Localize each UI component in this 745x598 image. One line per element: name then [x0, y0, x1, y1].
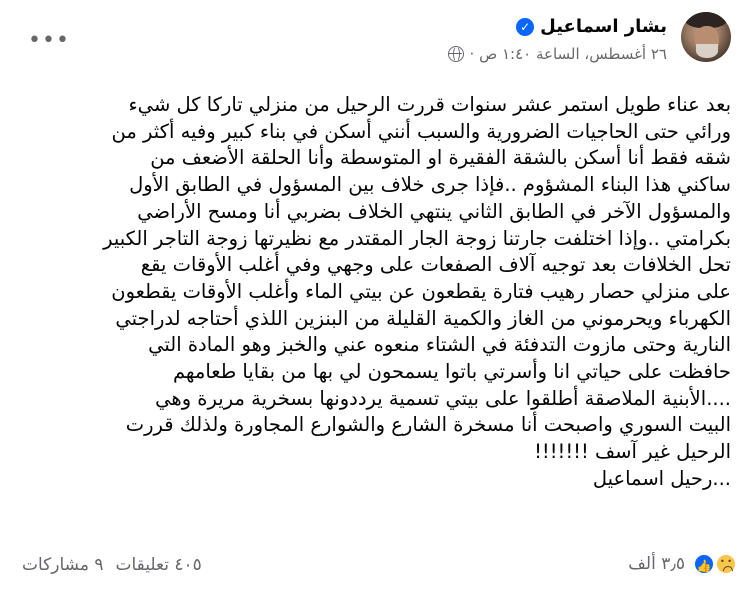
post-body-line: ....الأبنية الملاصقة أطلقوا على بيتي تسم…	[155, 386, 731, 410]
post-body-line: بكرامتي ..وإذا اختلفت جارتنا زوجة الجار …	[103, 226, 731, 250]
post-body-line: ورائي حتى الحاجيات الضرورية والسبب أنني …	[111, 119, 731, 143]
sad-icon	[715, 553, 737, 575]
post-body-line: تحل الخلافات بعد توجيه آلاف الصفعات على …	[140, 253, 731, 277]
post-body-line: بعد عناء طويل استمر عشر سنوات قررت الرحي…	[128, 93, 731, 116]
post-body-line: ساكني هذا البناء المشؤوم ..فإذا جرى خلاف…	[129, 173, 731, 197]
post-body: بعد عناء طويل استمر عشر سنوات قررت الرحي…	[16, 92, 731, 493]
post-body-line: ...رحيل اسماعيل	[592, 466, 731, 490]
post-body-line: الكهرباء ويحرموني من الغاز والكمية القلي…	[115, 306, 731, 330]
post-meta: ٢٦ أغسطس، الساعة ١:٤٠ ص ·	[447, 45, 667, 63]
like-icon: 👍	[693, 553, 715, 575]
post-body-line: النارية وحتى مازوت التدفئة في الشتاء منع…	[148, 333, 731, 357]
post-body-line: على منزلي حصار رهيب فتارة يقطعون عن بيتي…	[111, 279, 731, 303]
shares-count[interactable]: ٩ مشاركات	[22, 555, 103, 575]
avatar-beard	[696, 44, 718, 58]
author-row: بشار اسماعيل ✓	[516, 16, 667, 37]
post-body-line: شقه فقط أنا أسكن بالشقة الفقيرة او المتو…	[150, 146, 731, 170]
reaction-icons: 👍	[693, 553, 737, 575]
post-body-line: حافظت على حياتي انا وأسرتي باتوا يسمحون …	[172, 360, 731, 384]
facebook-post: بشار اسماعيل ✓ ٢٦ أغسطس، الساعة ١:٤٠ ص ·…	[0, 0, 745, 598]
post-body-line: والمسؤول الآخر في الطابق الثاني ينتهي ال…	[137, 199, 731, 223]
verified-badge-icon: ✓	[516, 17, 535, 36]
globe-icon	[447, 46, 464, 62]
reactions-summary[interactable]: 👍 ٣٫٥ ألف	[628, 553, 737, 575]
post-body-line: الرحيل غير آسف !!!!!!!	[534, 440, 731, 464]
more-options-icon[interactable]: •••	[28, 28, 70, 53]
comments-count[interactable]: ٤٠٥ تعليقات	[115, 555, 201, 575]
avatar[interactable]	[681, 12, 731, 62]
post-body-line: البيت السوري واصبحت أنا مسخرة الشارع وال…	[125, 413, 731, 437]
reaction-count[interactable]: ٣٫٥ ألف	[628, 554, 685, 574]
author-name[interactable]: بشار اسماعيل	[540, 16, 667, 37]
post-timestamp[interactable]: ٢٦ أغسطس، الساعة ١:٤٠ ص ·	[470, 45, 667, 63]
post-stats: ٤٠٥ تعليقات ٩ مشاركات	[22, 555, 202, 575]
